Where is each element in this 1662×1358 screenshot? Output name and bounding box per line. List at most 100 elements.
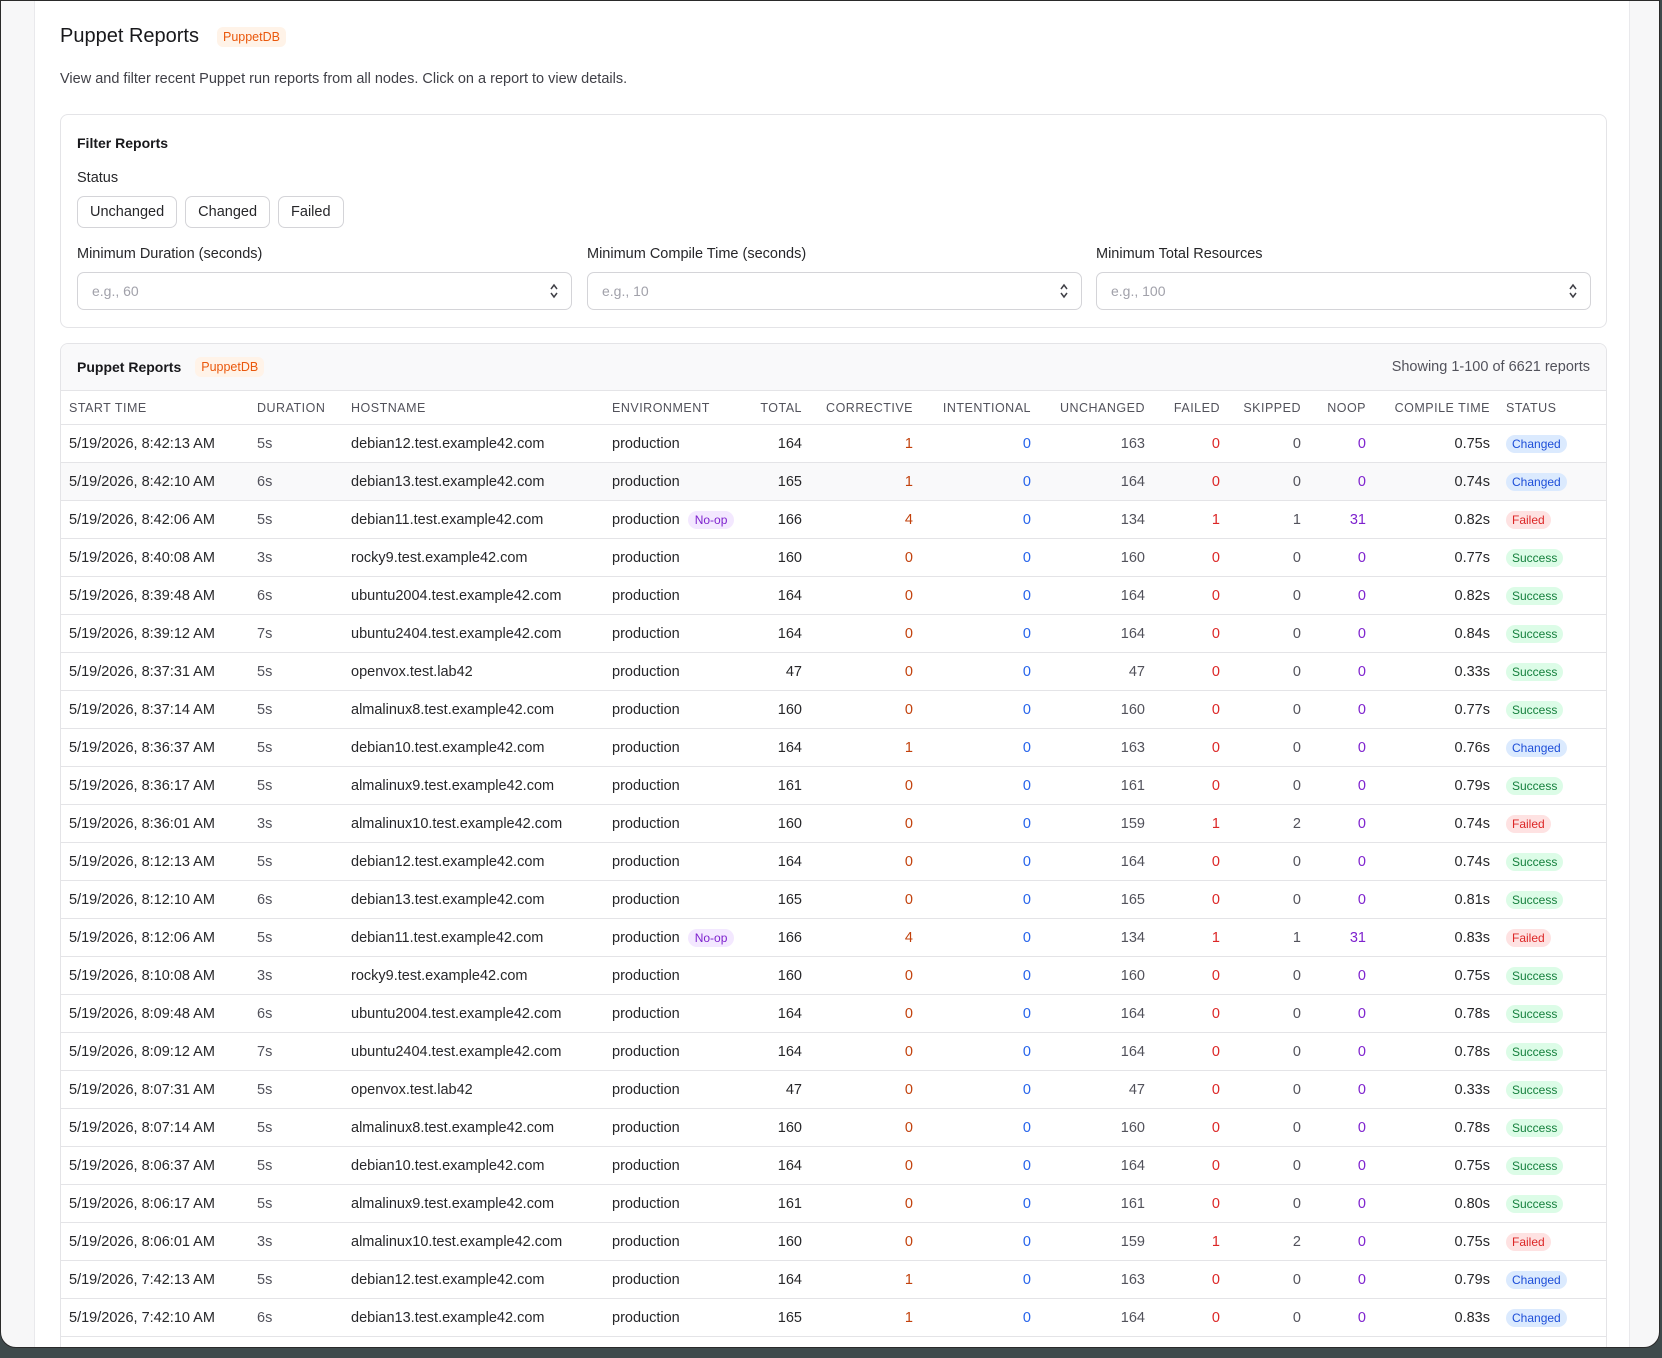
table-row[interactable]: 5/19/2026, 8:12:06 AM 5s debian11.test.exa…	[61, 918, 1606, 957]
environment-label: production	[612, 1271, 680, 1288]
report-total: 164	[740, 842, 810, 881]
report-unchanged: 164	[1039, 576, 1153, 615]
report-duration: 3s	[249, 1222, 343, 1261]
col-environment[interactable]: ENVIRONMENT	[604, 391, 740, 425]
col-hostname[interactable]: HOSTNAME	[343, 391, 604, 425]
report-hostname: debian11.test.example42.com	[343, 918, 604, 957]
report-total: 164	[740, 614, 810, 653]
table-row[interactable]: 5/19/2026, 8:12:10 AM 6s debian13.test.exa…	[61, 880, 1606, 919]
table-row[interactable]: 5/19/2026, 8:12:13 AM 5s debian12.test.exa…	[61, 842, 1606, 881]
stepper-icon[interactable]	[1059, 282, 1069, 300]
col-status[interactable]: STATUS	[1498, 391, 1606, 425]
report-duration: 5s	[249, 652, 343, 691]
report-start-time: 5/19/2026, 8:36:01 AM	[61, 804, 249, 843]
status-badge: Failed	[1506, 928, 1551, 947]
table-row[interactable]: 5/19/2026, 8:42:10 AM 6s debian13.test.exa…	[61, 462, 1606, 501]
report-duration: 5s	[249, 1146, 343, 1185]
report-duration: 6s	[249, 994, 343, 1033]
report-status: Success	[1498, 1146, 1606, 1185]
table-row[interactable]: 5/19/2026, 7:42:10 AM 6s debian13.test.exa…	[61, 1298, 1606, 1337]
table-body: 5/19/2026, 8:42:13 AM 5s debian12.test.exa…	[61, 424, 1606, 1337]
min-resources-input-wrap	[1096, 272, 1591, 310]
report-status: Changed	[1498, 1260, 1606, 1299]
status-badge: Failed	[1506, 1232, 1551, 1251]
environment-label: production	[612, 625, 680, 642]
report-intentional: 0	[921, 1070, 1039, 1109]
report-duration: 3s	[249, 538, 343, 577]
col-skipped[interactable]: SKIPPED	[1228, 391, 1309, 425]
stepper-icon[interactable]	[549, 282, 559, 300]
col-start-time[interactable]: START TIME	[61, 391, 249, 425]
report-duration: 5s	[249, 1070, 343, 1109]
table-row[interactable]: 5/19/2026, 8:09:48 AM 6s ubuntu2004.test.e…	[61, 994, 1606, 1033]
filter-card: Filter Reports Status Unchanged Changed …	[60, 114, 1607, 328]
report-unchanged: 164	[1039, 842, 1153, 881]
status-changed-button[interactable]: Changed	[185, 196, 271, 228]
environment-label: production	[612, 1119, 680, 1136]
table-row[interactable]: 5/19/2026, 8:09:12 AM 7s ubuntu2404.test.e…	[61, 1032, 1606, 1071]
report-skipped: 0	[1228, 842, 1309, 881]
table-row[interactable]: 5/19/2026, 8:39:48 AM 6s ubuntu2004.test.e…	[61, 576, 1606, 615]
noop-badge: No-op	[687, 510, 735, 529]
table-row[interactable]: 5/19/2026, 8:39:12 AM 7s ubuntu2404.test.e…	[61, 614, 1606, 653]
report-compile-time: 0.82s	[1374, 576, 1498, 615]
table-row[interactable]: 5/19/2026, 8:10:08 AM 3s rocky9.test.examp…	[61, 956, 1606, 995]
min-resources-input[interactable]	[1109, 282, 1536, 300]
environment-label: production	[612, 701, 680, 718]
report-duration: 5s	[249, 728, 343, 767]
table-row[interactable]: 5/19/2026, 8:06:37 AM 5s debian10.test.exa…	[61, 1146, 1606, 1185]
environment-label: production	[612, 663, 680, 680]
col-total[interactable]: TOTAL	[740, 391, 810, 425]
environment-label: production	[612, 1157, 680, 1174]
table-row[interactable]: 5/19/2026, 8:36:01 AM 3s almalinux10.test.…	[61, 804, 1606, 843]
report-duration: 6s	[249, 880, 343, 919]
col-duration[interactable]: DURATION	[249, 391, 343, 425]
report-failed: 0	[1153, 880, 1228, 919]
min-compile-label: Minimum Compile Time (seconds)	[587, 246, 807, 262]
col-noop[interactable]: NOOP	[1309, 391, 1374, 425]
report-total: 164	[740, 576, 810, 615]
table-row[interactable]: 5/19/2026, 8:07:14 AM 5s almalinux8.test.e…	[61, 1108, 1606, 1147]
report-start-time: 5/19/2026, 8:42:06 AM	[61, 500, 249, 539]
report-compile-time: 0.75s	[1374, 424, 1498, 463]
table-row[interactable]: 5/19/2026, 8:37:31 AM 5s openvox.test.lab4…	[61, 652, 1606, 691]
report-environment: production	[604, 1108, 740, 1147]
report-status: Success	[1498, 842, 1606, 881]
report-total: 165	[740, 880, 810, 919]
reports-card: Puppet Reports PuppetDB Showing 1-100 of…	[60, 343, 1607, 1347]
table-row[interactable]: 5/19/2026, 8:42:13 AM 5s debian12.test.exa…	[61, 424, 1606, 463]
report-duration: 6s	[249, 576, 343, 615]
report-unchanged: 160	[1039, 1108, 1153, 1147]
status-unchanged-button[interactable]: Unchanged	[77, 196, 178, 228]
min-compile-input-wrap	[587, 272, 1082, 310]
report-intentional: 0	[921, 956, 1039, 995]
report-skipped: 0	[1228, 956, 1309, 995]
col-compile-time[interactable]: COMPILE TIME	[1374, 391, 1498, 425]
table-row[interactable]: 5/19/2026, 8:40:08 AM 3s rocky9.test.examp…	[61, 538, 1606, 577]
col-intentional[interactable]: INTENTIONAL	[921, 391, 1039, 425]
stepper-icon[interactable]	[1568, 282, 1578, 300]
col-unchanged[interactable]: UNCHANGED	[1039, 391, 1153, 425]
status-failed-button[interactable]: Failed	[278, 196, 344, 228]
min-compile-input[interactable]	[600, 282, 1027, 300]
min-duration-input[interactable]	[90, 282, 517, 300]
report-status: Success	[1498, 538, 1606, 577]
report-skipped: 0	[1228, 576, 1309, 615]
status-badge: Success	[1506, 1156, 1564, 1175]
report-corrective: 1	[810, 1260, 921, 1299]
page-description: View and filter recent Puppet run report…	[60, 71, 628, 87]
table-row[interactable]: 5/19/2026, 8:36:37 AM 5s debian10.test.exa…	[61, 728, 1606, 767]
table-row[interactable]: 5/19/2026, 8:06:17 AM 5s almalinux9.test.e…	[61, 1184, 1606, 1223]
table-row[interactable]: 5/19/2026, 8:42:06 AM 5s debian11.test.exa…	[61, 500, 1606, 539]
table-row[interactable]: 5/19/2026, 7:42:13 AM 5s debian12.test.exa…	[61, 1260, 1606, 1299]
noop-badge: No-op	[687, 928, 735, 947]
table-row[interactable]: 5/19/2026, 8:37:14 AM 5s almalinux8.test.e…	[61, 690, 1606, 729]
report-total: 165	[740, 462, 810, 501]
environment-label: production	[612, 929, 680, 946]
table-row[interactable]: 5/19/2026, 8:06:01 AM 3s almalinux10.test.…	[61, 1222, 1606, 1261]
table-row[interactable]: 5/19/2026, 8:36:17 AM 5s almalinux9.test.e…	[61, 766, 1606, 805]
report-unchanged: 160	[1039, 956, 1153, 995]
col-failed[interactable]: FAILED	[1153, 391, 1228, 425]
table-row[interactable]: 5/19/2026, 8:07:31 AM 5s openvox.test.lab4…	[61, 1070, 1606, 1109]
col-corrective[interactable]: CORRECTIVE	[810, 391, 921, 425]
